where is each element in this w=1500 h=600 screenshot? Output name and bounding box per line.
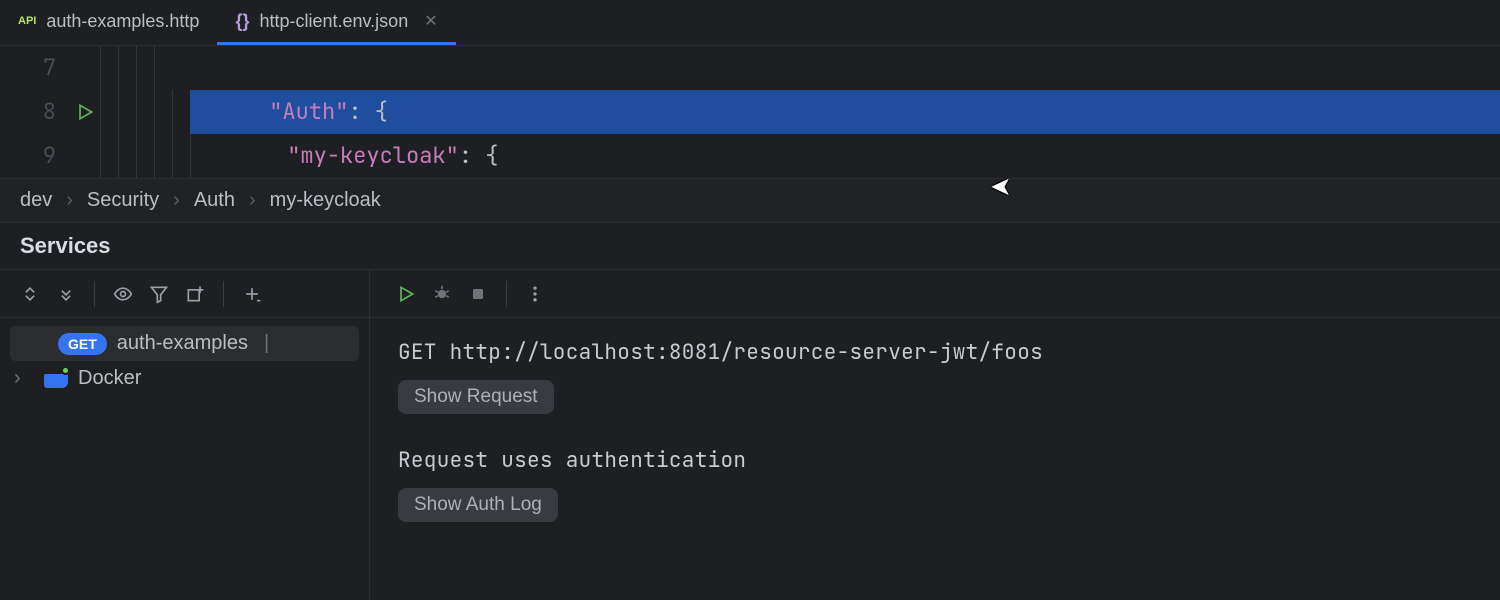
indent-guides bbox=[100, 46, 172, 90]
code-editor[interactable]: 7 "Auth": { 8 "my-keycloak": { 9 "type":… bbox=[0, 46, 1500, 178]
chevron-right-icon: › bbox=[173, 189, 180, 212]
new-window-icon[interactable] bbox=[179, 278, 211, 310]
tab-http-client-env[interactable]: {} http-client.env.json ✕ bbox=[217, 0, 455, 45]
chevron-right-icon[interactable]: › bbox=[14, 367, 34, 390]
http-method-badge: GET bbox=[58, 333, 107, 355]
breadcrumb-item[interactable]: Security bbox=[87, 189, 159, 212]
docker-icon bbox=[44, 370, 68, 388]
breadcrumb: dev › Security › Auth › my-keycloak ➤ bbox=[0, 178, 1500, 223]
tree-item-docker[interactable]: › Docker bbox=[10, 361, 359, 396]
collapse-all-icon[interactable] bbox=[50, 278, 82, 310]
request-toolbar bbox=[370, 270, 1500, 318]
run-icon[interactable] bbox=[390, 278, 422, 310]
services-panel-title: Services bbox=[0, 223, 1500, 270]
run-icon[interactable] bbox=[70, 90, 100, 134]
more-icon[interactable] bbox=[519, 278, 551, 310]
tree-item-auth-examples[interactable]: GET auth-examples | bbox=[10, 326, 359, 361]
tree-body: GET auth-examples | › Docker bbox=[0, 318, 369, 404]
services-panels: GET auth-examples | › Docker bbox=[0, 270, 1500, 600]
filter-icon[interactable] bbox=[143, 278, 175, 310]
stop-icon[interactable] bbox=[462, 278, 494, 310]
mouse-cursor-icon: ➤ bbox=[990, 171, 1012, 202]
separator bbox=[94, 281, 95, 307]
breadcrumb-item[interactable]: my-keycloak bbox=[270, 189, 381, 212]
tree-toolbar bbox=[0, 270, 369, 318]
api-icon: API bbox=[18, 15, 36, 27]
close-icon[interactable]: ✕ bbox=[424, 11, 437, 31]
separator bbox=[506, 281, 507, 307]
gutter-run-placeholder bbox=[70, 134, 100, 178]
request-line: GET http://localhost:8081/resource-serve… bbox=[398, 336, 1472, 370]
debug-icon[interactable] bbox=[426, 278, 458, 310]
code-line[interactable]: "Auth": { bbox=[172, 46, 1500, 90]
expand-collapse-icon[interactable] bbox=[14, 278, 46, 310]
breadcrumb-item[interactable]: Auth bbox=[194, 189, 235, 212]
tab-auth-examples[interactable]: API auth-examples.http bbox=[0, 0, 217, 45]
eye-icon[interactable] bbox=[107, 278, 139, 310]
braces-icon: {} bbox=[235, 11, 249, 32]
gutter-run-placeholder bbox=[70, 46, 100, 90]
tree-item-label: auth-examples bbox=[117, 332, 248, 355]
editor-tabs: API auth-examples.http {} http-client.en… bbox=[0, 0, 1500, 46]
tree-item-label: Docker bbox=[78, 367, 141, 390]
text-caret-icon: | bbox=[264, 332, 284, 355]
code-line[interactable]: "my-keycloak": { bbox=[190, 90, 1500, 134]
show-auth-log-button[interactable]: Show Auth Log bbox=[398, 488, 558, 522]
code-line[interactable]: "type": "oauth2", bbox=[208, 134, 1500, 178]
separator bbox=[223, 281, 224, 307]
indent-guides bbox=[100, 90, 190, 134]
line-number: 9 bbox=[0, 134, 70, 178]
chevron-right-icon: › bbox=[66, 189, 73, 212]
line-number: 7 bbox=[0, 46, 70, 90]
chevron-right-icon: › bbox=[249, 189, 256, 212]
add-icon[interactable] bbox=[236, 278, 268, 310]
indent-guides bbox=[100, 134, 208, 178]
auth-info-line: Request uses authentication bbox=[398, 444, 1472, 478]
show-request-button[interactable]: Show Request bbox=[398, 380, 554, 414]
tab-label: http-client.env.json bbox=[259, 11, 408, 32]
tab-label: auth-examples.http bbox=[46, 11, 199, 32]
request-panel: GET http://localhost:8081/resource-serve… bbox=[370, 270, 1500, 600]
line-number: 8 bbox=[0, 90, 70, 134]
breadcrumb-item[interactable]: dev bbox=[20, 189, 52, 212]
services-tree: GET auth-examples | › Docker bbox=[0, 270, 370, 600]
request-body: GET http://localhost:8081/resource-serve… bbox=[370, 318, 1500, 540]
